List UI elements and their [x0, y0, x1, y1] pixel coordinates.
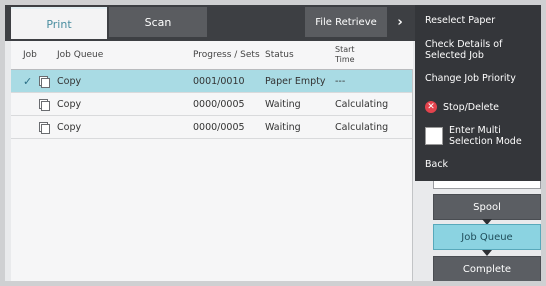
check-icon: ✓ — [23, 74, 33, 88]
close-circle-icon: ✕ — [425, 101, 437, 113]
progress-cell: 0000/0005 — [193, 98, 245, 110]
job-queue-cell: Copy — [57, 75, 82, 87]
table-divider — [412, 69, 413, 281]
menu-item-stop-delete[interactable]: ✕ Stop/Delete — [425, 101, 499, 113]
progress-cell: 0000/0005 — [193, 121, 245, 133]
copy-document-icon — [39, 116, 51, 138]
checkbox-icon — [425, 127, 443, 145]
job-queue-button[interactable]: Job Queue — [433, 224, 541, 250]
job-action-menu: Reselect Paper Check Details of Selected… — [415, 5, 541, 181]
table-row[interactable]: Copy 0000/0005 Waiting Calculating — [11, 116, 413, 139]
header-start-time: Start Time — [335, 45, 355, 64]
status-cell: Waiting — [265, 98, 301, 110]
header-job: Job — [23, 50, 37, 60]
menu-item-multi-selection[interactable]: Enter Multi Selection Mode — [425, 125, 529, 147]
complete-button[interactable]: Complete — [433, 256, 541, 281]
header-progress-sets: Progress / Sets — [193, 50, 260, 60]
menu-item-reselect-paper[interactable]: Reselect Paper — [425, 15, 495, 26]
menu-item-label: Stop/Delete — [443, 101, 500, 113]
table-row[interactable]: ✓ Copy 0001/0010 Paper Empty --- — [11, 70, 413, 93]
table-row[interactable]: Copy 0000/0005 Waiting Calculating — [11, 93, 413, 116]
menu-item-change-priority[interactable]: Change Job Priority — [425, 73, 516, 84]
status-cell: Paper Empty — [265, 75, 326, 87]
chevron-right-icon[interactable]: › — [393, 16, 407, 30]
start-time-cell: Calculating — [335, 98, 389, 110]
menu-item-back[interactable]: Back — [425, 159, 448, 170]
header-status: Status — [265, 50, 294, 60]
start-time-cell: Calculating — [335, 121, 389, 133]
header-job-queue: Job Queue — [57, 50, 104, 60]
spool-button[interactable]: Spool — [433, 194, 541, 220]
status-cell: Waiting — [265, 121, 301, 133]
menu-item-label: Enter Multi Selection Mode — [449, 125, 522, 147]
progress-cell: 0001/0010 — [193, 75, 245, 87]
tab-scan[interactable]: Scan — [109, 7, 207, 37]
job-status-screen: Print Scan File Retrieve › Job Job Queue… — [5, 5, 541, 281]
copy-document-icon — [39, 70, 51, 92]
job-queue-cell: Copy — [57, 98, 82, 110]
table-header: Job Job Queue Progress / Sets Status Sta… — [11, 41, 413, 70]
start-time-cell: --- — [335, 75, 346, 87]
job-table: Job Job Queue Progress / Sets Status Sta… — [11, 41, 413, 281]
job-queue-cell: Copy — [57, 121, 82, 133]
menu-item-check-details[interactable]: Check Details of Selected Job — [425, 39, 521, 61]
tab-print[interactable]: Print — [11, 7, 107, 39]
copy-document-icon — [39, 93, 51, 115]
tab-file-retrieve[interactable]: File Retrieve — [305, 7, 387, 37]
